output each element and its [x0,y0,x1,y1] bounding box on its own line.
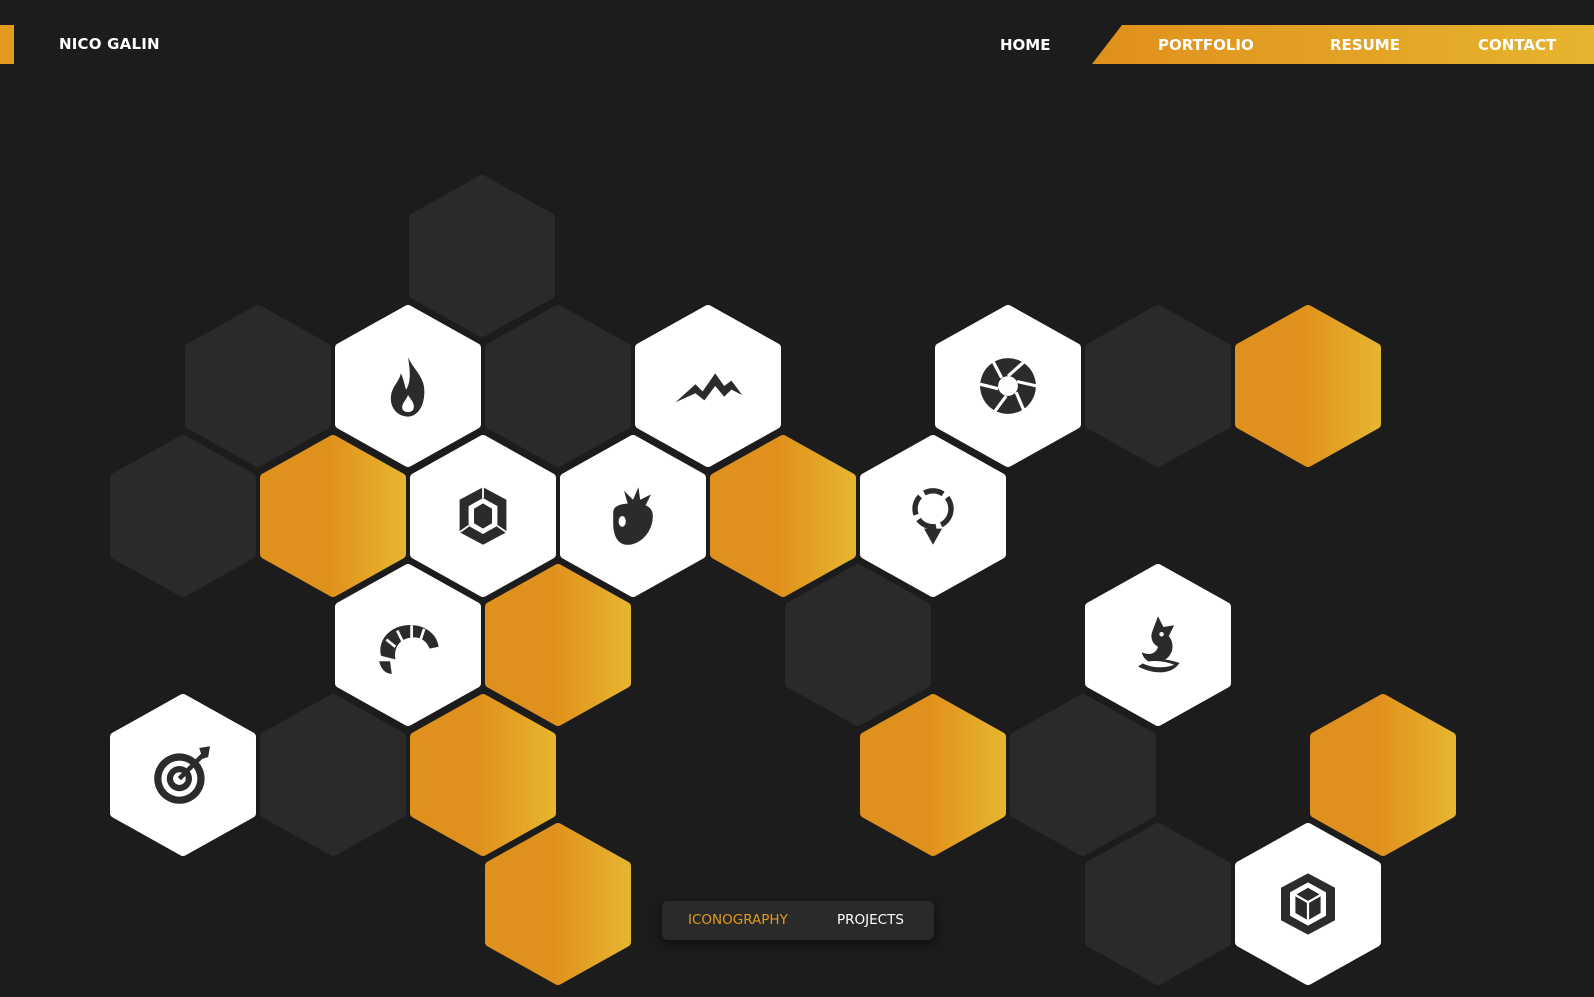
hex-tile-dark [1085,823,1231,985]
hexagon-grid [0,0,1594,997]
gem-icon [443,476,523,556]
hexagon-shape [1235,305,1381,467]
fire-icon [368,346,448,426]
strawberry-icon [593,476,673,556]
portfolio-filter-toggle: ICONOGRAPHY PROJECTS [662,901,934,940]
hexagon-shape [1085,305,1231,467]
hex-tile-accent [860,694,1006,856]
hexagon-shape [485,823,631,985]
target-icon [143,735,223,815]
hexagon-shape [1085,823,1231,985]
croissant-icon [368,605,448,685]
hexagon-shape [860,694,1006,856]
camera-aperture-icon [968,346,1048,426]
hex-tile-dark [260,694,406,856]
hex-tile-dark [110,435,256,597]
hexagon-shape [260,694,406,856]
location-pin-icon [893,476,973,556]
mountain-icon [668,346,748,426]
filter-projects-tab[interactable]: PROJECTS [837,912,904,928]
hex-tile-accent [1235,305,1381,467]
hexagon-shape [110,435,256,597]
filter-iconography-tab[interactable]: ICONOGRAPHY [688,912,788,928]
hex-tile-dark [1085,305,1231,467]
fox-icon [1118,605,1198,685]
cube-icon [1268,864,1348,944]
hex-tile-accent [485,823,631,985]
